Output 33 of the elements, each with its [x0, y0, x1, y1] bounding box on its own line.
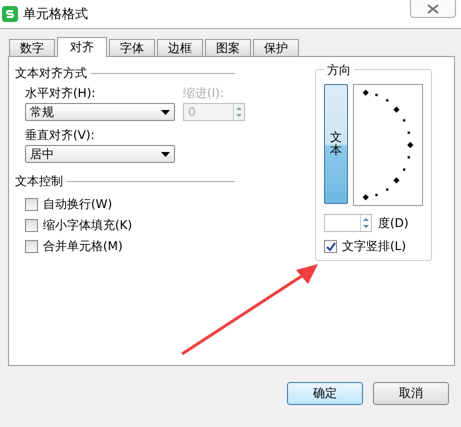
close-button[interactable] [410, 0, 456, 18]
dropdown[interactable]: 常规 [25, 103, 175, 121]
tab[interactable]: 边框 [157, 39, 203, 56]
checkbox-label: 文字竖排(L) [342, 238, 406, 255]
tab[interactable]: 保护 [253, 39, 299, 56]
field-label: 垂直对齐(V): [25, 127, 96, 144]
checkbox[interactable] [25, 219, 38, 232]
checkbox-label: 缩小字体填充(K) [43, 217, 132, 234]
checkbox-label: 自动换行(W) [43, 196, 112, 213]
tab[interactable]: 图案 [205, 39, 251, 56]
spin-arrows-icon [360, 215, 371, 231]
tab[interactable]: 字体 [109, 39, 155, 56]
caret-icon [161, 152, 170, 156]
dropdown[interactable]: 居中 [25, 145, 175, 163]
field-label: 缩进(I): [183, 85, 225, 102]
window-title: 单元格格式 [23, 6, 88, 23]
field-label: 度(D) [378, 214, 409, 232]
checkbox[interactable] [25, 240, 38, 253]
checkbox-label: 合并单元格(M) [43, 238, 123, 255]
caret-icon [161, 110, 170, 114]
tab[interactable]: 对齐 [57, 37, 107, 57]
degree-field[interactable] [324, 214, 372, 232]
close-icon [427, 4, 439, 14]
spin-arrows-icon [233, 104, 244, 120]
section-heading: 文本对齐方式 [15, 65, 87, 82]
checkbox[interactable] [324, 240, 337, 253]
section-heading: 文本控制 [15, 173, 63, 190]
dialog-button[interactable]: 确定 [287, 382, 363, 405]
tab[interactable]: 数字 [9, 39, 55, 56]
dialog-button[interactable]: 取消 [373, 382, 449, 405]
vertical-text-button[interactable]: 文本 [324, 84, 348, 204]
checkbox[interactable] [25, 198, 38, 211]
field-label: 水平对齐(H): [25, 85, 96, 102]
